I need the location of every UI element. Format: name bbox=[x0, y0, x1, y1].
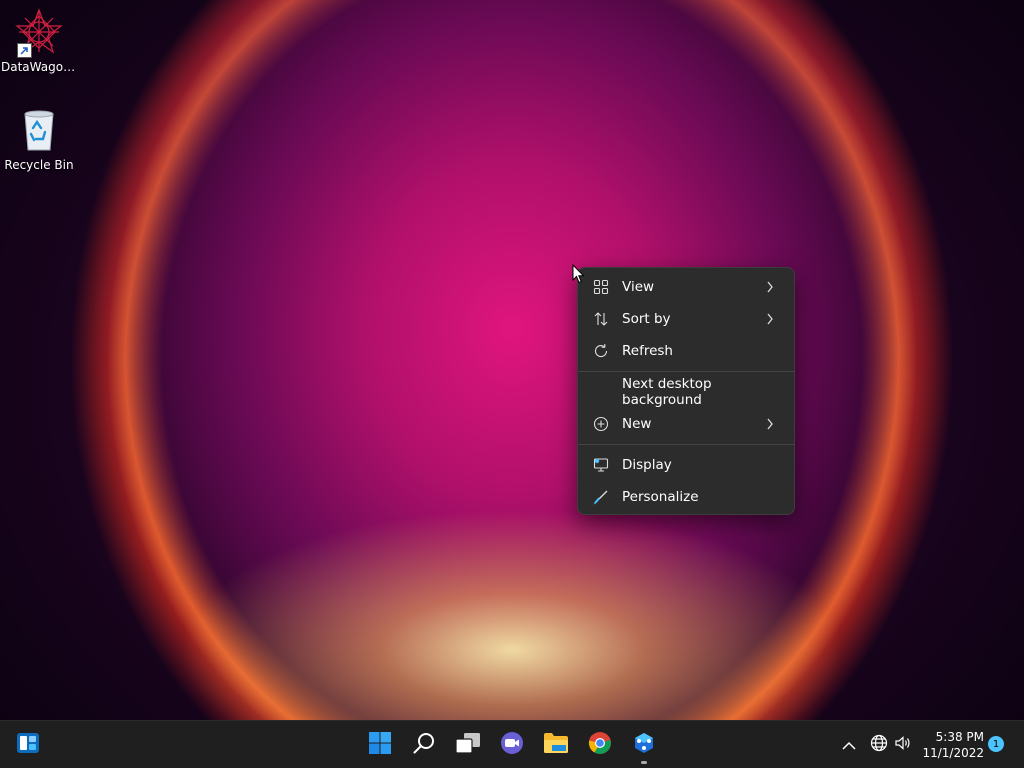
task-view-icon bbox=[455, 732, 481, 758]
menu-item-label: Refresh bbox=[622, 343, 673, 359]
widgets-icon bbox=[16, 732, 40, 758]
network-button[interactable] bbox=[870, 721, 888, 769]
show-hidden-icons-button[interactable] bbox=[842, 721, 856, 769]
desktop-context-menu: View Sort by Refresh Next desktop backgr… bbox=[577, 267, 795, 515]
taskbar-datawagon-button[interactable] bbox=[626, 727, 662, 764]
menu-item-label: View bbox=[622, 279, 655, 295]
grid-icon bbox=[592, 278, 610, 296]
datawagon-app-icon bbox=[15, 8, 63, 58]
menu-item-refresh[interactable]: Refresh bbox=[582, 335, 790, 367]
menu-item-display[interactable]: Display bbox=[582, 449, 790, 481]
sort-arrows-icon bbox=[592, 310, 610, 328]
chevron-up-icon bbox=[842, 736, 856, 755]
globe-icon bbox=[870, 734, 888, 756]
taskbar-search-button[interactable] bbox=[406, 727, 442, 763]
taskbar-start-button[interactable] bbox=[362, 727, 398, 763]
menu-item-new[interactable]: New bbox=[582, 408, 790, 440]
mouse-pointer-icon bbox=[572, 263, 586, 288]
menu-separator bbox=[578, 444, 794, 445]
running-indicator bbox=[641, 761, 647, 764]
menu-item-label: Display bbox=[622, 457, 672, 473]
menu-item-sort-by[interactable]: Sort by bbox=[582, 303, 790, 335]
menu-item-personalize[interactable]: Personalize bbox=[582, 481, 790, 513]
search-icon bbox=[412, 731, 436, 759]
recycle-bin-icon bbox=[15, 106, 63, 154]
clock-time: 5:38 PM bbox=[935, 730, 984, 744]
windows-logo-icon bbox=[368, 731, 392, 759]
folder-icon bbox=[543, 732, 569, 758]
datawagon-icon bbox=[632, 731, 656, 759]
brush-icon bbox=[592, 488, 610, 506]
menu-item-label: Personalize bbox=[622, 489, 699, 505]
teams-chat-icon bbox=[499, 731, 525, 759]
refresh-icon bbox=[592, 342, 610, 360]
shortcut-arrow-icon bbox=[17, 43, 32, 58]
taskbar-file-explorer-button[interactable] bbox=[538, 727, 574, 763]
desktop-icon-label: DataWagon... bbox=[1, 60, 77, 74]
menu-item-label: Next desktop background bbox=[622, 376, 712, 408]
notification-count-badge[interactable]: 1 bbox=[988, 736, 1004, 752]
taskbar-widgets-button[interactable] bbox=[10, 727, 46, 763]
menu-separator bbox=[578, 371, 794, 372]
taskbar-task-view-button[interactable] bbox=[450, 727, 486, 763]
volume-button[interactable] bbox=[894, 721, 912, 769]
chrome-icon bbox=[588, 731, 612, 759]
desktop-icon-label: Recycle Bin bbox=[4, 158, 74, 172]
display-icon bbox=[592, 456, 610, 474]
desktop-icon-datawagon[interactable]: DataWagon... bbox=[1, 8, 77, 74]
menu-item-label: New bbox=[622, 416, 652, 432]
menu-item-next-desktop-background[interactable]: Next desktop background bbox=[582, 376, 790, 408]
menu-item-view[interactable]: View bbox=[582, 271, 790, 303]
plus-circle-icon bbox=[592, 415, 610, 433]
speaker-icon bbox=[894, 734, 912, 756]
desktop-icon-recycle-bin[interactable]: Recycle Bin bbox=[1, 106, 77, 172]
clock-date: 11/1/2022 bbox=[922, 746, 984, 760]
desktop[interactable]: DataWagon... Recycle Bin View Sort by Re… bbox=[0, 0, 1024, 720]
taskbar-chrome-button[interactable] bbox=[582, 727, 618, 763]
taskbar: 5:38 PM 11/1/2022 bbox=[0, 720, 1024, 768]
menu-item-label: Sort by bbox=[622, 311, 671, 327]
chevron-right-icon bbox=[762, 418, 778, 430]
taskbar-clock[interactable]: 5:38 PM 11/1/2022 bbox=[918, 729, 984, 761]
chevron-right-icon bbox=[762, 281, 778, 293]
taskbar-chat-button[interactable] bbox=[494, 727, 530, 763]
chevron-right-icon bbox=[762, 313, 778, 325]
